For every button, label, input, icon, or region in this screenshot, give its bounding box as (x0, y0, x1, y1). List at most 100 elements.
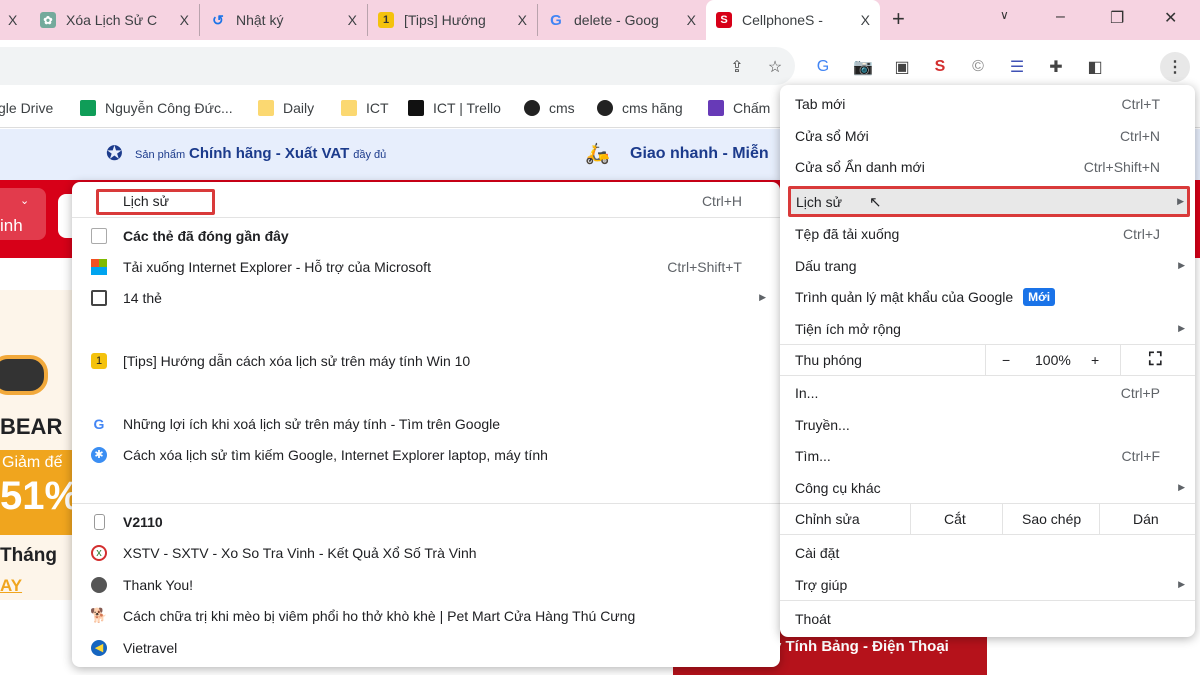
menu-cast[interactable]: Truyền... (780, 409, 1195, 440)
menu-zoom: Thu phóng − 100% + ⛶ (780, 344, 1195, 375)
menu-new-tab[interactable]: Tab mớiCtrl+T (780, 88, 1195, 119)
bookmark-daily[interactable]: Daily (258, 100, 314, 116)
globe-icon (597, 100, 613, 116)
globe-icon (91, 577, 107, 593)
history-icon: ↺ (210, 12, 226, 28)
history-item[interactable]: Tải xuống Internet Explorer - Hỗ trợ của… (72, 251, 780, 282)
menu-new-window[interactable]: Cửa sổ MớiCtrl+N (780, 120, 1195, 151)
google-icon: G (91, 416, 107, 432)
menu-settings[interactable]: Cài đặt (780, 537, 1195, 568)
menu-history[interactable]: Lịch sử↖▶ (788, 186, 1190, 217)
close-window-icon[interactable]: ✕ (1164, 8, 1177, 28)
zoom-out-button[interactable]: − (1002, 352, 1010, 368)
submenu-arrow-icon: ▶ (1177, 196, 1184, 207)
google-translate-icon[interactable]: G (813, 57, 833, 77)
chrome-menu-button[interactable]: ⋮ (1160, 52, 1190, 82)
chatgpt-icon: ✿ (40, 12, 56, 28)
star-icon[interactable]: ☆ (765, 57, 785, 77)
tab-close-icon[interactable]: X (180, 12, 189, 28)
forms-icon (708, 100, 724, 116)
bookmark-ict-trello[interactable]: ICT | Trello (408, 100, 501, 116)
menu-extensions[interactable]: Tiện ích mở rộng▶ (780, 313, 1195, 344)
new-tab-button[interactable]: + (892, 6, 905, 32)
picture-in-picture-icon[interactable]: ▣ (892, 57, 912, 77)
menu-downloads[interactable]: Tệp đã tải xuốngCtrl+J (780, 218, 1195, 249)
minimize-icon[interactable]: – (1056, 8, 1065, 26)
tab-google-delete[interactable]: Gdelete - GoogX (538, 4, 706, 36)
folder-icon (341, 100, 357, 116)
tab-close-icon[interactable]: X (861, 12, 870, 28)
paste-button[interactable]: Dán (1133, 511, 1159, 527)
menu-print[interactable]: In...Ctrl+P (780, 377, 1195, 408)
submenu-arrow-icon: ▶ (1178, 260, 1185, 271)
tab-search-chevron-icon[interactable]: ∨ (1000, 8, 1009, 22)
vietravel-icon: ◀ (91, 640, 107, 656)
location-selector[interactable]: inh⌄ (0, 188, 46, 240)
history-submenu: Lịch sử Ctrl+H Các thẻ đã đóng gần đây T… (72, 182, 780, 667)
microsoft-icon (91, 259, 107, 275)
tab-cellphones[interactable]: SCellphoneS -X (706, 0, 880, 40)
globe-icon (524, 100, 540, 116)
bookmark-cms[interactable]: cms (524, 100, 575, 116)
bookmark-cham[interactable]: Chấm (708, 100, 770, 116)
bookmark-ict[interactable]: ICT (341, 100, 389, 116)
lines-extension-icon[interactable]: ☰ (1007, 57, 1027, 77)
tab-nhat-ky[interactable]: ↺Nhật kýX (200, 4, 368, 36)
tab-close-icon[interactable]: X (348, 12, 357, 28)
submenu-arrow-icon: ▶ (1178, 323, 1185, 334)
promo-ad[interactable]: BEAR Giảm đế 51% Tháng AY (0, 290, 75, 600)
cursor-icon: ↖ (869, 193, 882, 211)
recently-closed-header: Các thẻ đã đóng gần đây (72, 220, 780, 251)
xstv-icon: x (91, 545, 107, 561)
seo-icon[interactable]: S (930, 57, 950, 77)
cellphones-icon: S (716, 12, 732, 28)
bookmark-google-drive[interactable]: gle Drive (0, 100, 53, 116)
fullscreen-icon[interactable]: ⛶ (1149, 349, 1162, 370)
camera-icon[interactable]: 📷 (853, 57, 873, 77)
share-icon[interactable]: ⇪ (727, 57, 747, 77)
submenu-arrow-icon: ▶ (1178, 482, 1185, 493)
zoom-in-button[interactable]: + (1091, 352, 1099, 368)
menu-bookmarks[interactable]: Dấu trang▶ (780, 250, 1195, 281)
history-item[interactable]: GNhững lợi ích khi xoá lịch sử trên máy … (72, 408, 780, 439)
new-badge: Mới (1023, 288, 1055, 306)
history-item[interactable]: ◀Vietravel (72, 632, 780, 663)
submenu-arrow-icon: ▶ (759, 292, 766, 303)
tab-close-icon[interactable]: X (687, 12, 696, 28)
history-item[interactable]: xXSTV - SXTV - Xo So Tra Vinh - Kết Quả … (72, 537, 780, 568)
history-item[interactable]: ✱Cách xóa lịch sử tìm kiếm Google, Inter… (72, 439, 780, 470)
device-header: V2110 (72, 506, 780, 537)
menu-password-manager[interactable]: Trình quản lý mật khẩu của GoogleMới (780, 281, 1195, 312)
history-item[interactable]: 1[Tips] Hướng dẫn cách xóa lịch sử trên … (72, 345, 780, 376)
menu-edit: Chỉnh sửa Cắt Sao chép Dán (780, 503, 1195, 534)
cut-button[interactable]: Cắt (944, 511, 966, 527)
menu-find[interactable]: Tìm...Ctrl+F (780, 440, 1195, 471)
history-item-14-tabs[interactable]: 14 thẻ▶ (72, 282, 780, 313)
copy-button[interactable]: Sao chép (1022, 511, 1081, 527)
google-icon: G (548, 12, 564, 28)
delivery-icon: 🛵 (585, 141, 610, 166)
submenu-arrow-icon: ▶ (1178, 579, 1185, 590)
tab-xoa-lich-su[interactable]: ✿Xóa Lịch Sử CX (30, 4, 200, 36)
menu-incognito[interactable]: Cửa sổ Ẩn danh mớiCtrl+Shift+N (780, 151, 1195, 182)
puzzle-icon[interactable]: ✚ (1046, 57, 1066, 77)
menu-help[interactable]: Trợ giúp▶ (780, 569, 1195, 600)
badge-icon: ✪ (106, 141, 123, 166)
sheets-icon (80, 100, 96, 116)
side-panel-icon[interactable]: ◧ (1085, 57, 1105, 77)
bookmark-cms-hang[interactable]: cms hãng (597, 100, 683, 116)
tab-close-icon[interactable]: X (518, 12, 527, 28)
history-item[interactable]: Thank You! (72, 569, 780, 600)
bookmark-nguyen-cong-duc[interactable]: Nguyễn Công Đức... (80, 100, 233, 116)
tab-icon (91, 228, 107, 244)
history-page-item[interactable]: Lịch sử Ctrl+H (72, 185, 780, 216)
copyright-icon[interactable]: © (968, 57, 988, 77)
address-bar[interactable] (0, 47, 795, 85)
tab-tips[interactable]: 1[Tips] HướngX (368, 4, 538, 36)
history-item[interactable]: 🐕Cách chữa trị khi mèo bị viêm phổi ho t… (72, 600, 780, 631)
menu-exit[interactable]: Thoát (780, 603, 1195, 634)
tips-icon: 1 (91, 353, 107, 369)
menu-more-tools[interactable]: Công cụ khác▶ (780, 472, 1195, 503)
restore-icon[interactable]: ❐ (1110, 8, 1124, 28)
trello-icon (408, 100, 424, 116)
